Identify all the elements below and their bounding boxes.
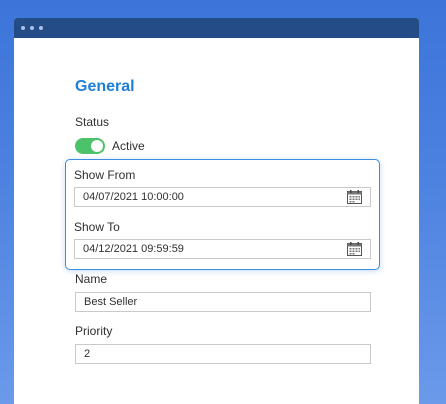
status-toggle[interactable] (75, 138, 105, 154)
show-from-field[interactable]: 04/07/2021 10:00:00 (74, 187, 371, 207)
name-input[interactable]: Best Seller (75, 292, 371, 312)
status-label: Status (75, 115, 110, 129)
window-dot-3 (39, 26, 43, 30)
app-window: General Status Active Show From 04/07/20… (14, 18, 419, 404)
name-label: Name (75, 272, 108, 286)
priority-label: Priority (75, 324, 113, 338)
calendar-icon[interactable] (347, 242, 362, 256)
toggle-knob (91, 140, 103, 152)
section-title: General (75, 78, 135, 95)
show-to-value: 04/12/2021 09:59:59 (83, 243, 184, 255)
status-toggle-label: Active (112, 139, 145, 153)
window-dot-2 (30, 26, 34, 30)
calendar-icon[interactable] (347, 190, 362, 204)
show-to-label: Show To (74, 220, 120, 234)
priority-value: 2 (84, 348, 91, 360)
show-to-field[interactable]: 04/12/2021 09:59:59 (74, 239, 371, 259)
show-from-label: Show From (74, 168, 136, 182)
priority-input[interactable]: 2 (75, 344, 371, 364)
window-dot-1 (21, 26, 25, 30)
window-titlebar (14, 18, 419, 38)
show-from-value: 04/07/2021 10:00:00 (83, 191, 184, 203)
name-value: Best Seller (84, 296, 138, 308)
schedule-panel: Show From 04/07/2021 10:00:00 Show To 04… (65, 159, 380, 270)
